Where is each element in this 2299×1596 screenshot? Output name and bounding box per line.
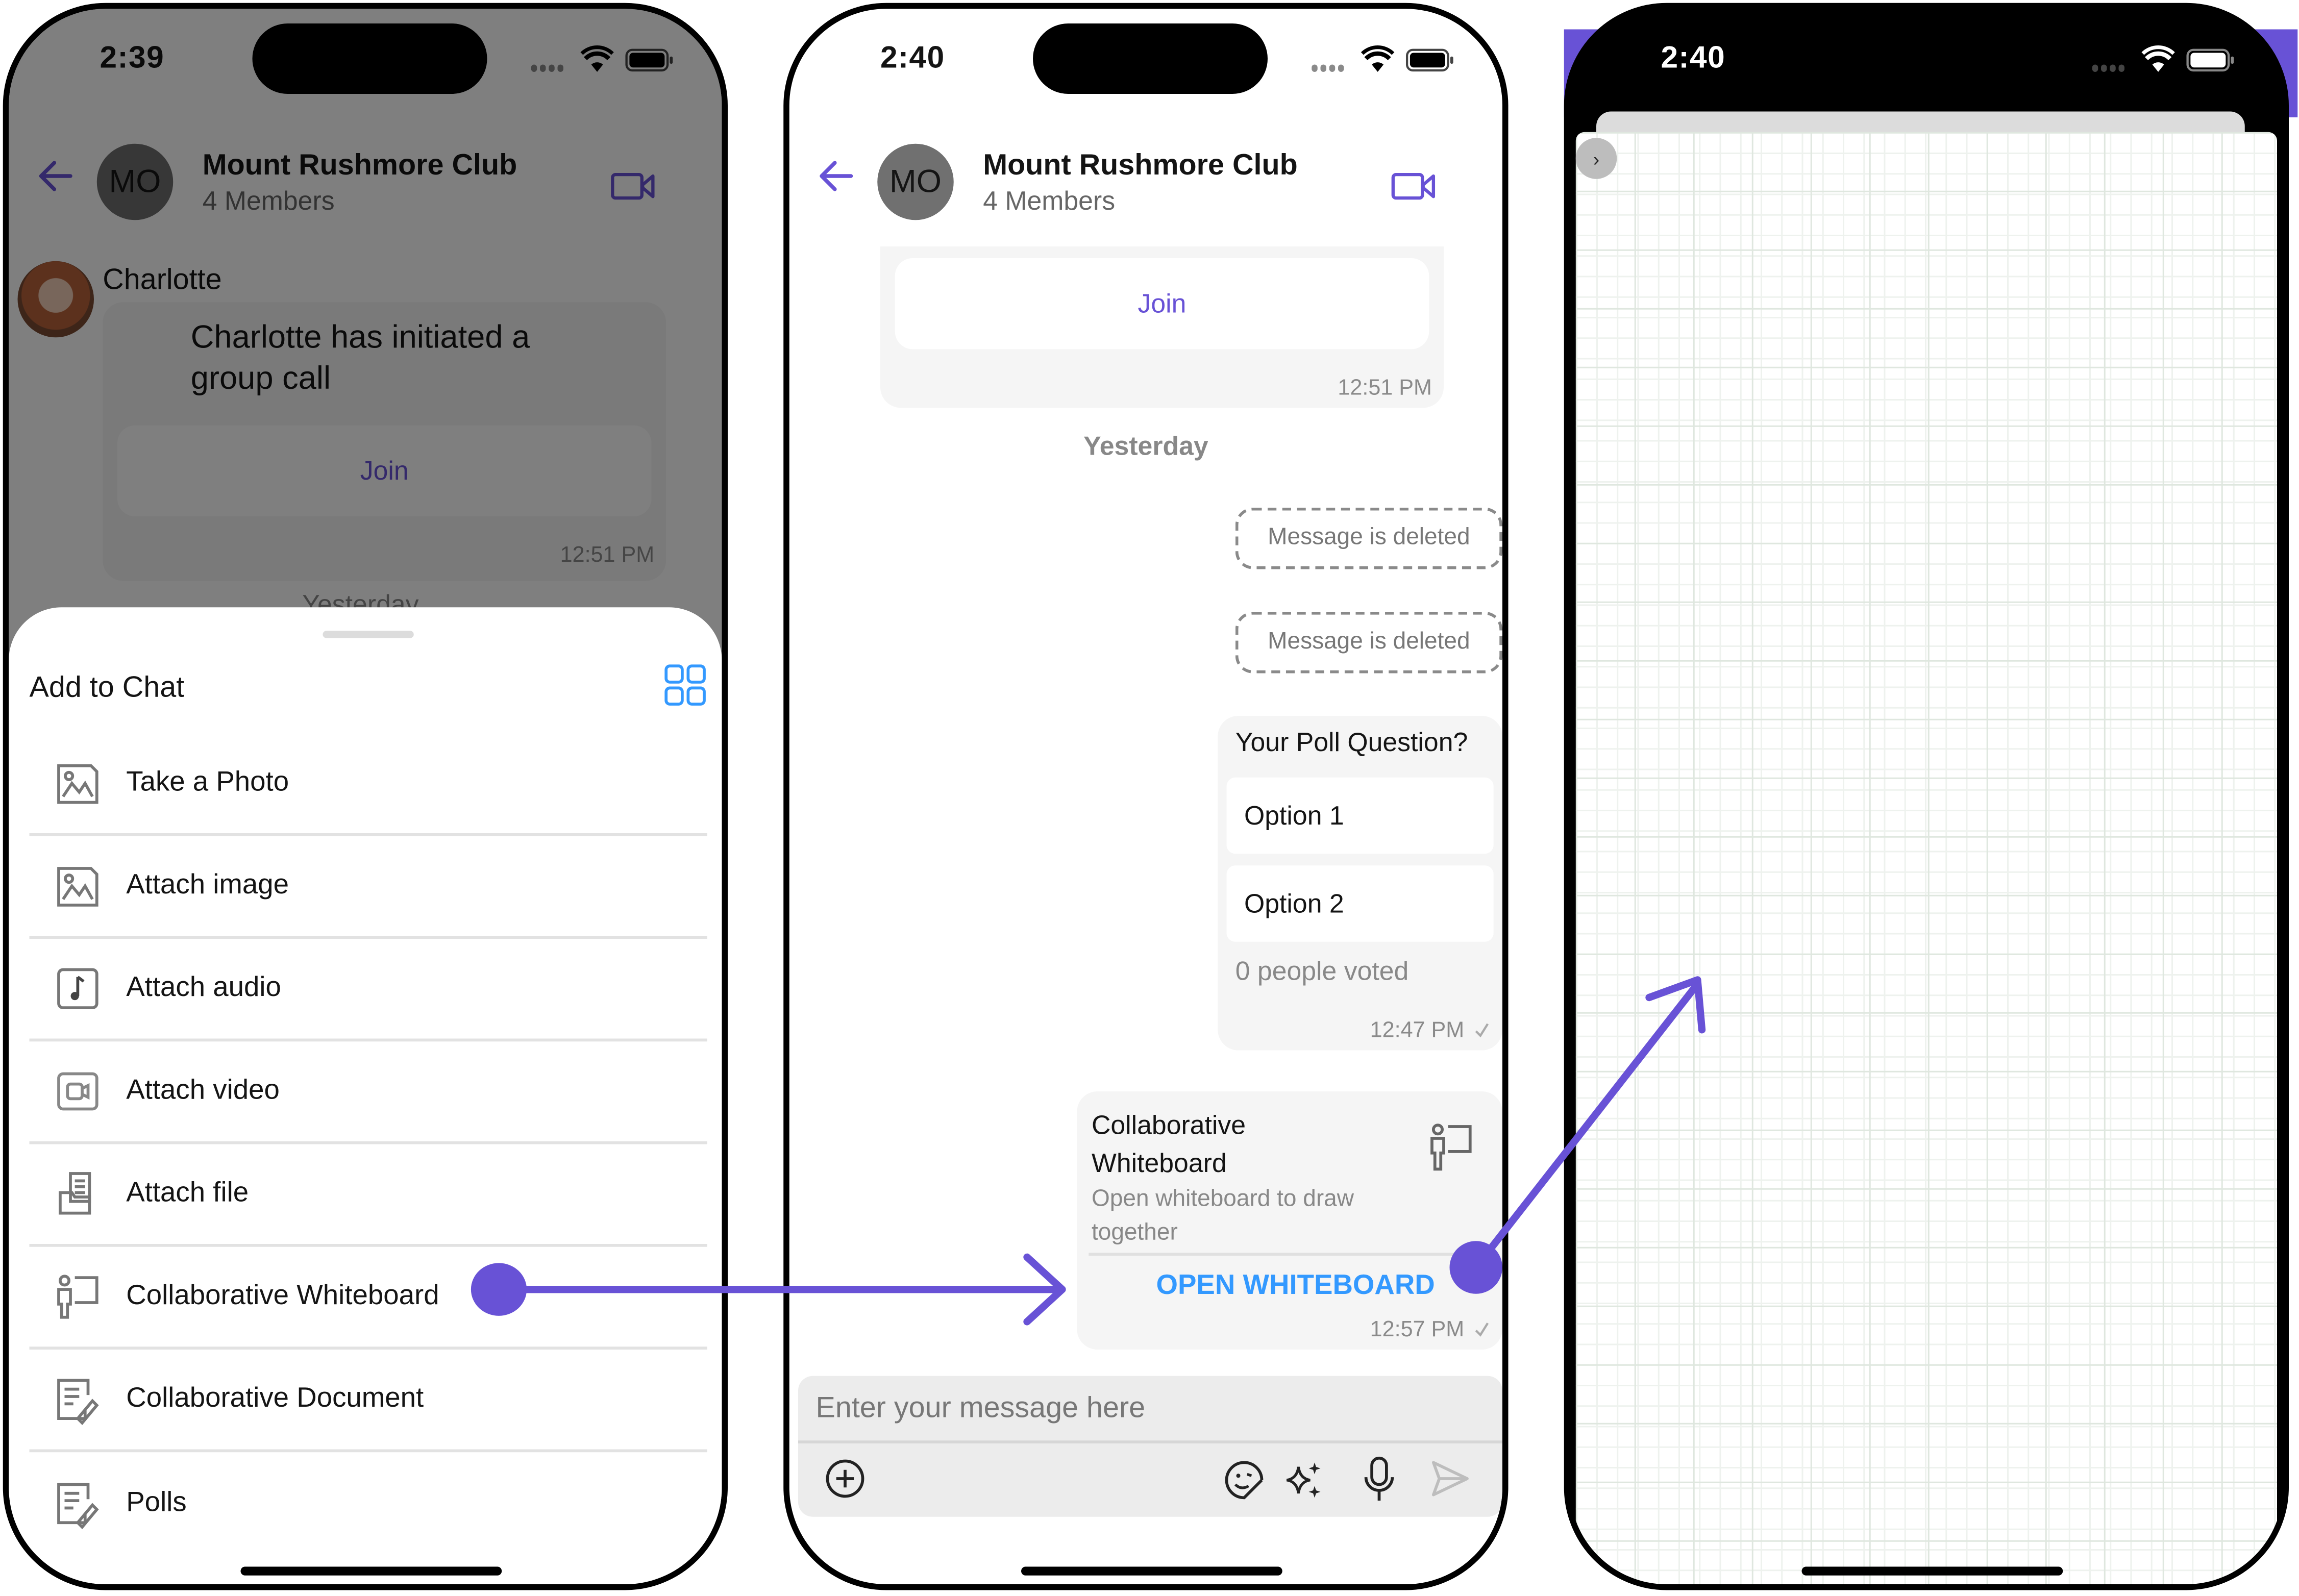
deleted-message: Message is deleted [1235,507,1502,569]
whiteboard-message-bubble: Collaborative Whiteboard Open whiteboard… [1077,1091,1502,1350]
poll-option[interactable]: Option 1 [1226,777,1494,854]
join-call-button[interactable]: Join [895,258,1429,350]
divider [798,1440,1502,1443]
message-composer: Enter your message here [798,1376,1502,1517]
video-call-icon[interactable] [1391,170,1438,203]
chevron-right-icon: › [1593,147,1600,170]
add-attachment-icon[interactable] [825,1458,866,1500]
option-label: Attach video [126,1075,280,1106]
poll-option[interactable]: Option 2 [1226,865,1494,942]
message-time: 12:51 PM [1338,376,1432,401]
option-attach-audio[interactable]: Attach audio [29,939,707,1042]
whiteboard-icon [1430,1124,1472,1171]
option-collaborative-document[interactable]: Collaborative Document [29,1350,707,1453]
option-label: Collaborative Document [126,1383,424,1414]
sticker-icon[interactable] [1224,1458,1265,1502]
sheet-grabber[interactable] [323,631,414,638]
phone-add-to-chat: 2:39 MO Mount Rushmore Club 4 Members Ch… [3,3,728,1590]
poll-bubble: Your Poll Question? Option 1 Option 2 0 … [1218,716,1502,1051]
chat-title: Mount Rushmore Club [983,149,1298,182]
signal-icon [2092,64,2124,72]
option-label: Attach audio [126,972,281,1004]
whiteboard-title: Collaborative Whiteboard [1092,1110,1246,1178]
document-icon [57,1379,99,1426]
signal-icon [1312,64,1344,72]
home-indicator [1021,1566,1282,1576]
poll-question: Your Poll Question? [1235,728,1468,757]
option-attach-file[interactable]: Attach file [29,1144,707,1247]
video-icon [57,1072,98,1111]
wifi-icon [2141,45,2175,72]
message-time: 12:47 PM [1370,1018,1465,1043]
audio-icon [57,968,98,1009]
divider [1089,1253,1491,1256]
option-collaborative-whiteboard[interactable]: Collaborative Whiteboard [29,1247,707,1350]
phone-chat-with-whiteboard: 2:40 MO Mount Rushmore Club 4 Members Jo… [783,3,1509,1590]
status-time: 2:40 [880,41,945,75]
sent-check-icon [1475,1023,1489,1038]
poll-vote-count: 0 people voted [1235,956,1409,986]
deleted-message: Message is deleted [1235,611,1502,674]
file-icon [59,1172,91,1215]
group-call-bubble: Join 12:51 PM [880,246,1444,408]
expand-toolbar-button[interactable]: › [1575,138,1617,179]
polls-icon [57,1483,99,1530]
grid-view-icon[interactable] [663,663,707,707]
battery-icon [1405,48,1453,72]
image-icon [57,867,98,907]
battery-icon [2186,48,2234,72]
sheet-title: Add to Chat [29,671,185,704]
group-avatar: MO [877,143,954,220]
home-indicator [240,1566,502,1576]
message-time: 12:57 PM [1370,1317,1465,1342]
option-polls[interactable]: Polls [30,1452,707,1555]
option-label: Collaborative Whiteboard [126,1280,439,1312]
photo-icon [57,764,98,804]
home-indicator [1801,1566,2063,1576]
option-label: Polls [126,1487,187,1518]
send-icon[interactable] [1429,1458,1470,1500]
phone-whiteboard-canvas: 2:40 › [1564,3,2289,1590]
microphone-icon[interactable] [1362,1455,1397,1502]
back-arrow-icon[interactable] [816,156,857,197]
option-label: Take a Photo [126,767,289,798]
wifi-icon [1361,45,1395,72]
option-attach-video[interactable]: Attach video [29,1041,707,1144]
date-separator: Yesterday [1083,431,1208,461]
ai-sparkle-icon[interactable] [1286,1461,1324,1500]
message-input[interactable]: Enter your message here [798,1376,1502,1441]
option-label: Attach file [126,1178,249,1209]
status-time: 2:40 [1661,41,1726,75]
flow-stage: 2:39 MO Mount Rushmore Club 4 Members Ch… [0,0,2299,1596]
whiteboard-icon [57,1275,98,1319]
add-to-chat-sheet: Add to Chat Take a Photo Attach image At… [9,607,722,1584]
option-take-photo[interactable]: Take a Photo [29,734,707,836]
sent-check-icon [1475,1323,1489,1337]
member-count: 4 Members [983,186,1116,216]
dynamic-island [1033,23,1268,94]
open-whiteboard-button[interactable]: OPEN WHITEBOARD [1077,1270,1435,1303]
whiteboard-canvas[interactable] [1575,132,2277,1584]
option-attach-image[interactable]: Attach image [29,836,707,939]
whiteboard-description: Open whiteboard to draw together [1092,1186,1354,1245]
option-label: Attach image [126,869,289,901]
